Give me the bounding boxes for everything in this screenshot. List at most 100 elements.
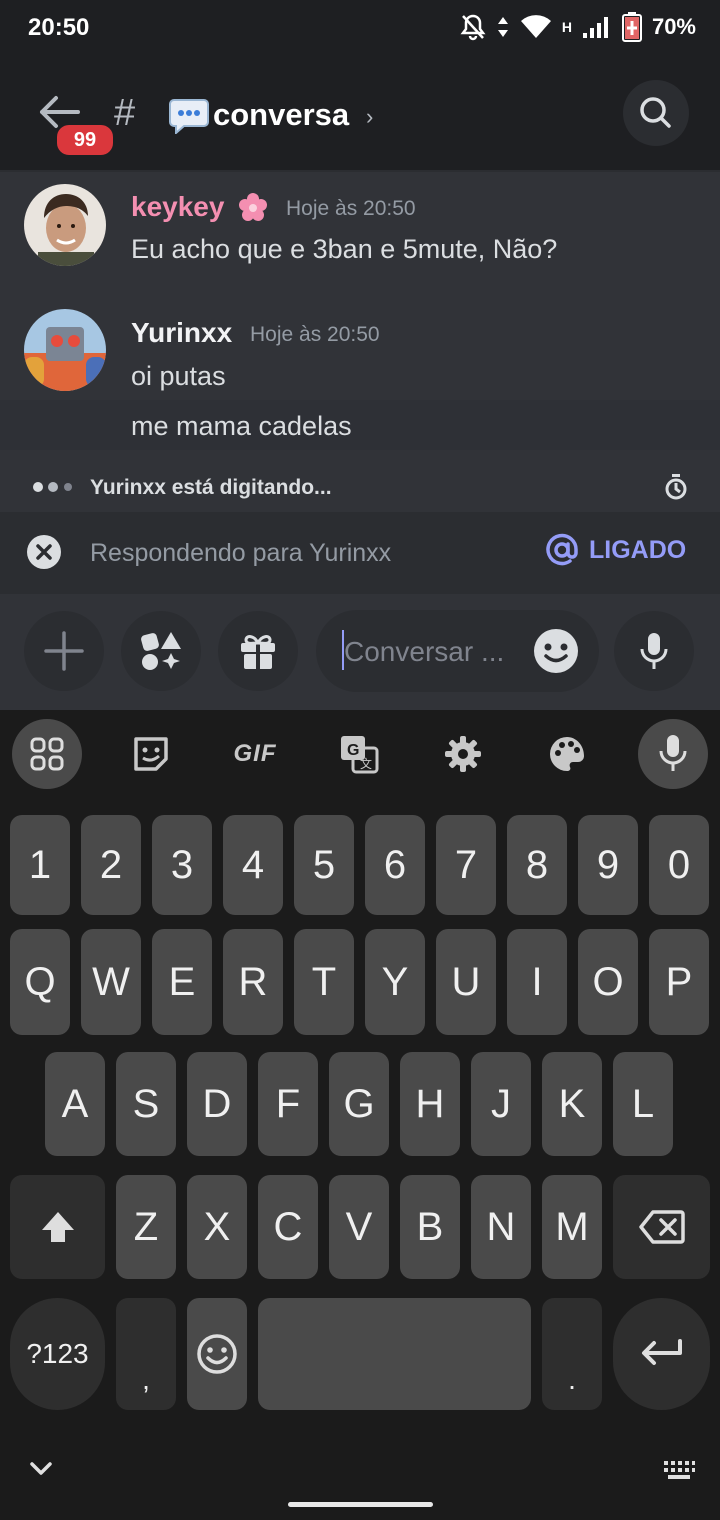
period-key[interactable]: .: [542, 1298, 602, 1410]
unread-badge: 99: [54, 122, 116, 158]
key-l[interactable]: L: [613, 1052, 673, 1156]
cancel-reply-button[interactable]: [26, 534, 62, 570]
mention-toggle-label: LIGADO: [589, 535, 687, 564]
emoji-button[interactable]: [533, 628, 579, 674]
key-2[interactable]: 2: [81, 815, 141, 915]
key-4[interactable]: 4: [223, 815, 283, 915]
keyboard-settings-button[interactable]: [428, 719, 498, 789]
apps-button[interactable]: [121, 611, 201, 691]
shift-key[interactable]: [10, 1175, 105, 1279]
gift-button[interactable]: [218, 611, 298, 691]
space-key[interactable]: [258, 1298, 531, 1410]
key-i[interactable]: I: [507, 929, 567, 1035]
key-e[interactable]: E: [152, 929, 212, 1035]
key-m[interactable]: M: [542, 1175, 602, 1279]
signal-icon: [582, 17, 608, 38]
close-circle-icon: [27, 535, 61, 569]
mention-toggle[interactable]: LIGADO: [545, 533, 686, 567]
key-b[interactable]: B: [400, 1175, 460, 1279]
emoji-key[interactable]: [187, 1298, 247, 1410]
search-button[interactable]: [623, 80, 689, 146]
emoji-icon: [197, 1334, 237, 1374]
key-q[interactable]: Q: [10, 929, 70, 1035]
key-3[interactable]: 3: [152, 815, 212, 915]
speech-bubble-icon: [169, 99, 209, 134]
key-g[interactable]: G: [329, 1052, 389, 1156]
channel-chevron-icon[interactable]: ›: [366, 104, 373, 130]
comma-key[interactable]: ,: [116, 1298, 176, 1410]
notifications-off-icon: [460, 14, 486, 41]
key-5[interactable]: 5: [294, 815, 354, 915]
translate-icon: G文: [341, 736, 379, 774]
keyboard-apps-button[interactable]: [12, 719, 82, 789]
key-f[interactable]: F: [258, 1052, 318, 1156]
voice-message-button[interactable]: [614, 611, 694, 691]
status-icons: H 70%: [460, 12, 696, 42]
key-c[interactable]: C: [258, 1175, 318, 1279]
voice-typing-button[interactable]: [638, 719, 708, 789]
keyboard-switch-button[interactable]: [662, 1458, 696, 1482]
svg-text:文: 文: [360, 756, 372, 771]
flower-badge-icon: [239, 193, 267, 221]
shift-arrow-icon: [41, 1212, 74, 1242]
key-7[interactable]: 7: [436, 815, 496, 915]
message-author[interactable]: Yurinxx: [131, 317, 232, 349]
hide-keyboard-button[interactable]: [26, 1456, 56, 1482]
message-text: Eu acho que e 3ban e 5mute, Não?: [131, 234, 558, 264]
avatar[interactable]: [24, 184, 106, 266]
plus-icon: [44, 631, 84, 671]
message-input-placeholder: Conversar ...: [344, 636, 505, 667]
key-0[interactable]: 0: [649, 815, 709, 915]
key-8[interactable]: 8: [507, 815, 567, 915]
key-h[interactable]: H: [400, 1052, 460, 1156]
key-r[interactable]: R: [223, 929, 283, 1035]
status-time: 20:50: [28, 14, 90, 41]
apps-shapes-icon: [141, 632, 181, 670]
key-p[interactable]: P: [649, 929, 709, 1035]
gesture-nav-bar[interactable]: [288, 1502, 433, 1507]
key-d[interactable]: D: [187, 1052, 247, 1156]
key-n[interactable]: N: [471, 1175, 531, 1279]
key-s[interactable]: S: [116, 1052, 176, 1156]
battery-saver-icon: [621, 12, 642, 42]
typing-text: Yurinxx está digitando...: [90, 476, 332, 499]
key-6[interactable]: 6: [365, 815, 425, 915]
svg-text:G: G: [347, 742, 359, 759]
key-o[interactable]: O: [578, 929, 638, 1035]
key-y[interactable]: Y: [365, 929, 425, 1035]
symbols-key[interactable]: ?123: [10, 1298, 105, 1410]
key-z[interactable]: Z: [116, 1175, 176, 1279]
backspace-icon: [638, 1210, 685, 1244]
key-a[interactable]: A: [45, 1052, 105, 1156]
grid-apps-icon: [30, 737, 64, 771]
keyboard-icon: [664, 1461, 695, 1479]
enter-arrow-icon: [641, 1339, 682, 1365]
message-text: me mama cadelas: [131, 411, 352, 441]
gif-button[interactable]: GIF: [220, 719, 290, 789]
chevron-down-icon: [30, 1462, 52, 1475]
enter-key[interactable]: [613, 1298, 710, 1410]
at-sign-icon: [546, 533, 578, 566]
message-author[interactable]: keykey: [131, 191, 224, 223]
translate-button[interactable]: G文: [324, 719, 394, 789]
gif-label: GIF: [233, 740, 277, 767]
backspace-key[interactable]: [613, 1175, 710, 1279]
theme-button[interactable]: [532, 719, 602, 789]
message-text: oi putas: [131, 361, 226, 391]
key-x[interactable]: X: [187, 1175, 247, 1279]
key-u[interactable]: U: [436, 929, 496, 1035]
sticker-button[interactable]: [116, 719, 186, 789]
key-t[interactable]: T: [294, 929, 354, 1035]
key-k[interactable]: K: [542, 1052, 602, 1156]
highlighted-message-row: [0, 400, 720, 450]
search-icon: [640, 97, 671, 128]
key-9[interactable]: 9: [578, 815, 638, 915]
channel-name[interactable]: conversa: [213, 97, 349, 133]
key-j[interactable]: J: [471, 1052, 531, 1156]
add-attachment-button[interactable]: [24, 611, 104, 691]
avatar[interactable]: [24, 309, 106, 391]
key-v[interactable]: V: [329, 1175, 389, 1279]
typing-dots-icon: [33, 482, 72, 492]
key-w[interactable]: W: [81, 929, 141, 1035]
key-1[interactable]: 1: [10, 815, 70, 915]
